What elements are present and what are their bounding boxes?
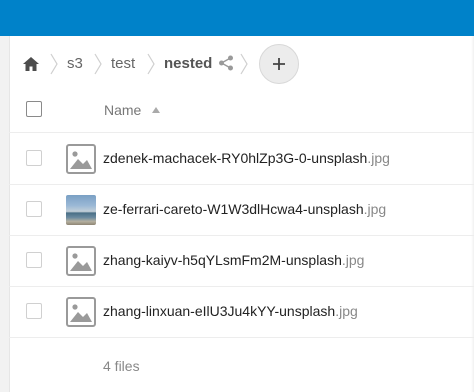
breadcrumb-item-s3[interactable]: s3: [67, 55, 83, 73]
file-count-summary: 4 files: [103, 358, 140, 374]
new-file-button[interactable]: [259, 44, 299, 84]
file-name[interactable]: ze-ferrari-careto-W1W3dlHcwa4-unsplash.j…: [103, 200, 386, 218]
select-all-checkbox[interactable]: [26, 101, 42, 117]
image-placeholder-icon: [66, 246, 96, 276]
breadcrumb: s3 test nested: [9, 40, 474, 88]
file-name[interactable]: zhang-kaiyv-h5qYLsmFm2M-unsplash.jpg: [103, 251, 364, 269]
file-row[interactable]: zhang-linxuan-eIlU3Ju4kYY-unsplash.jpg: [9, 286, 474, 338]
share-icon[interactable]: [217, 54, 235, 72]
breadcrumb-item-nested[interactable]: nested: [164, 55, 212, 73]
row-checkbox[interactable]: [26, 252, 42, 268]
file-row[interactable]: zhang-kaiyv-h5qYLsmFm2M-unsplash.jpg: [9, 235, 474, 287]
breadcrumb-separator-icon: [94, 53, 102, 75]
file-list-header: Name: [9, 88, 474, 133]
file-row[interactable]: zdenek-machacek-RY0hlZp3G-0-unsplash.jpg: [9, 133, 474, 185]
breadcrumb-separator-icon: [240, 53, 248, 75]
file-row[interactable]: ze-ferrari-careto-W1W3dlHcwa4-unsplash.j…: [9, 184, 474, 236]
image-placeholder-icon: [66, 297, 96, 327]
image-placeholder-icon: [66, 144, 96, 174]
sort-ascending-icon[interactable]: [152, 107, 160, 113]
top-header-bar: [0, 0, 474, 36]
breadcrumb-separator-icon: [147, 53, 155, 75]
breadcrumb-item-test[interactable]: test: [111, 55, 135, 73]
row-checkbox[interactable]: [26, 150, 42, 166]
plus-icon: [273, 58, 285, 70]
photo-thumbnail: [66, 195, 96, 225]
home-icon[interactable]: [21, 54, 41, 74]
file-name[interactable]: zdenek-machacek-RY0hlZp3G-0-unsplash.jpg: [103, 149, 390, 167]
breadcrumb-separator-icon: [50, 53, 58, 75]
row-checkbox[interactable]: [26, 201, 42, 217]
name-column-header[interactable]: Name: [104, 102, 141, 118]
row-checkbox[interactable]: [26, 303, 42, 319]
file-name[interactable]: zhang-linxuan-eIlU3Ju4kYY-unsplash.jpg: [103, 302, 358, 320]
